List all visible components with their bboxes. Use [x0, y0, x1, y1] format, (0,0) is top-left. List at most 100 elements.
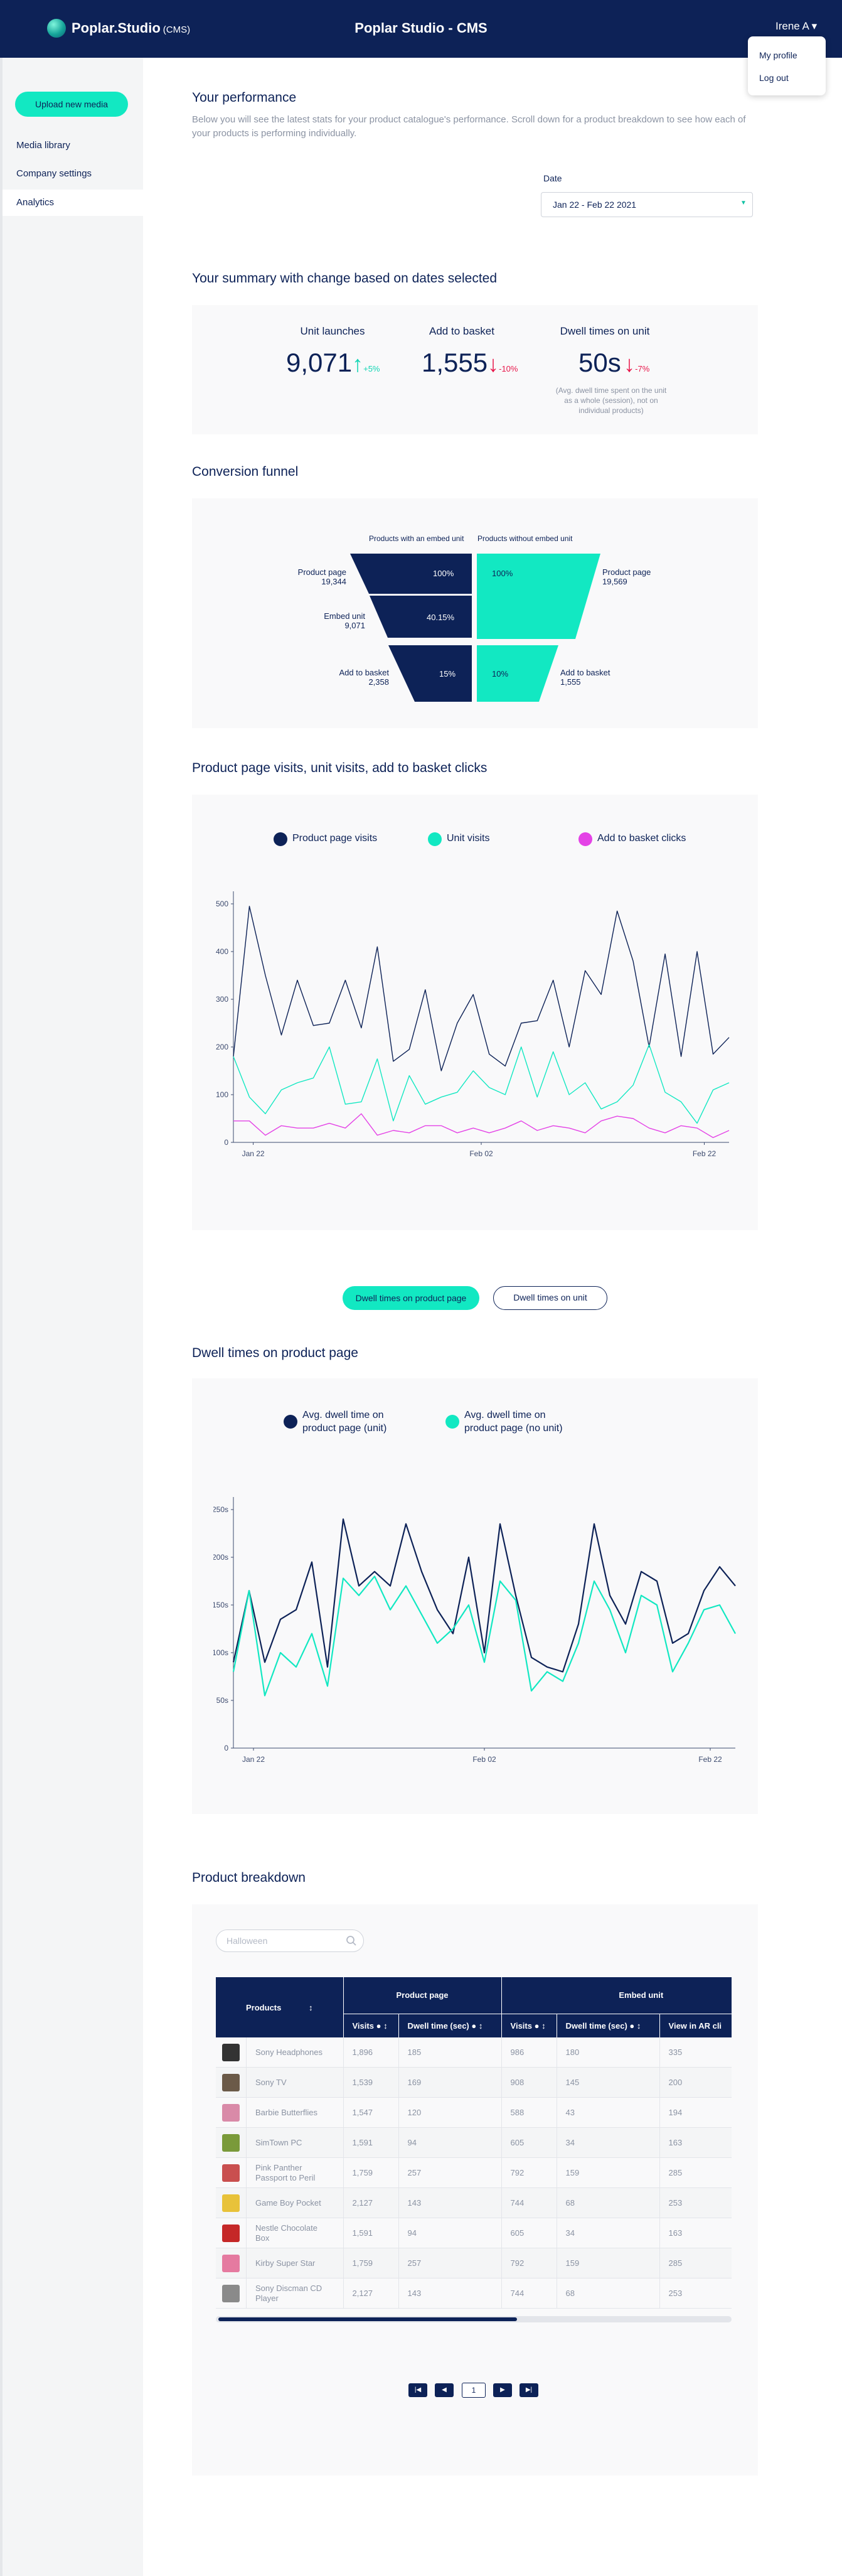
table-horizontal-scrollbar[interactable]	[216, 2316, 732, 2322]
funnel-left-pct: 15%	[439, 669, 456, 679]
cell-pd: 94	[398, 2218, 502, 2248]
funnel-row-value: 1,555	[560, 677, 581, 687]
chocolate-icon	[222, 2224, 240, 2242]
product-name[interactable]: Game Boy Pocket	[255, 2198, 331, 2208]
series-line-0	[232, 1518, 736, 1673]
col-label: Visits	[352, 2021, 374, 2031]
y-tick-label: 150s	[213, 1601, 228, 1609]
cell-pv: 2,127	[343, 2187, 398, 2218]
current-page-indicator[interactable]: 1	[462, 2383, 486, 2398]
col-products[interactable]: Products ↕	[216, 1977, 343, 2037]
product-name[interactable]: Sony TV	[255, 2078, 331, 2088]
col-view-in-ar[interactable]: View in AR cli	[659, 2013, 732, 2037]
cell-uv: 588	[501, 2097, 557, 2128]
funnel-right-label-product-page: Product page 19,569	[602, 567, 651, 586]
product-name[interactable]: Kirby Super Star	[255, 2258, 331, 2268]
tv-icon	[222, 2073, 240, 2091]
y-tick-label: 200s	[213, 1553, 228, 1562]
funnel-left-pct: 40.15%	[427, 613, 455, 622]
search-icon	[346, 1936, 356, 1946]
first-page-button[interactable]: |◀	[408, 2383, 427, 2397]
y-tick-label: 100s	[213, 1648, 228, 1657]
col-unit-visits[interactable]: Visits ● ↕	[501, 2013, 557, 2037]
cell-pv: 1,591	[343, 2218, 398, 2248]
funnel-without-unit-header: Products without embed unit	[477, 534, 573, 543]
table-row[interactable]: Sony Discman CD Player 2,127 143 744 68 253	[216, 2278, 732, 2309]
sort-icon[interactable]: ↕	[479, 2021, 483, 2031]
col-label: Dwell time (sec)	[565, 2021, 627, 2031]
series-line-2	[233, 1113, 730, 1139]
legend-dot-product-page-visits	[274, 832, 287, 846]
col-page-dwell[interactable]: Dwell time (sec) ● ↕	[398, 2013, 502, 2037]
col-label: Visits	[510, 2021, 532, 2031]
table-row[interactable]: Barbie Butterflies 1,547 120 588 43 194	[216, 2097, 732, 2128]
table-row[interactable]: Pink Panther Passport to Peril 1,759 257 79…	[216, 2157, 732, 2188]
product-cell: Pink Panther Passport to Peril	[216, 2157, 343, 2188]
cell-ud: 43	[556, 2097, 660, 2128]
prev-page-button[interactable]: ◀	[435, 2383, 454, 2397]
table-row[interactable]: SimTown PC 1,591 94 605 34 163	[216, 2127, 732, 2158]
funnel-left-label-embed-unit: Embed unit 9,071	[289, 611, 365, 630]
product-name[interactable]: Pink Panther Passport to Peril	[255, 2163, 331, 2183]
y-tick-label: 100	[216, 1090, 228, 1099]
cell-pd: 143	[398, 2187, 502, 2218]
kirby-icon	[222, 2254, 240, 2272]
x-tick-label: Jan 22	[242, 1755, 265, 1764]
barbie-icon	[222, 2103, 240, 2122]
legend-label: Avg. dwell time on product page (unit)	[302, 1410, 387, 1434]
funnel-right-add-to-basket	[477, 645, 558, 702]
product-name[interactable]: Sony Discman CD Player	[255, 2284, 331, 2304]
product-cell: Sony Headphones	[216, 2037, 343, 2068]
table-row[interactable]: Game Boy Pocket 2,127 143 744 68 253	[216, 2187, 732, 2218]
cell-pd: 257	[398, 2157, 502, 2188]
table-row[interactable]: Nestle Chocolate Box 1,591 94 605 34 163	[216, 2218, 732, 2248]
scrollbar-thumb[interactable]	[218, 2317, 517, 2321]
y-tick-label: 400	[216, 947, 228, 956]
col-products-label: Products	[246, 2002, 282, 2012]
next-page-button[interactable]: ▶	[493, 2383, 512, 2397]
cell-pd: 94	[398, 2127, 502, 2158]
cell-pv: 1,759	[343, 2248, 398, 2278]
x-tick-label: Feb 22	[693, 1149, 717, 1158]
x-tick-label: Feb 22	[698, 1755, 722, 1764]
col-unit-dwell[interactable]: Dwell time (sec) ● ↕	[556, 2013, 660, 2037]
toggle-dwell-product-page[interactable]: Dwell times on product page	[343, 1286, 479, 1310]
toggle-dwell-unit[interactable]: Dwell times on unit	[493, 1286, 607, 1310]
info-icon: ●	[629, 2021, 635, 2031]
funnel-row-label: Product page	[602, 567, 651, 577]
cell-ud: 180	[556, 2037, 660, 2068]
y-tick-label: 50s	[216, 1696, 228, 1705]
cell-ar: 200	[659, 2067, 732, 2098]
col-page-visits[interactable]: Visits ● ↕	[343, 2013, 398, 2037]
product-search-input[interactable]: Halloween	[216, 1929, 364, 1952]
sort-icon[interactable]: ↕	[383, 2021, 388, 2031]
cell-pv: 1,547	[343, 2097, 398, 2128]
cell-ud: 159	[556, 2248, 660, 2278]
legend-dot-unit-visits	[428, 832, 442, 846]
product-name[interactable]: Barbie Butterflies	[255, 2108, 331, 2118]
cell-ud: 159	[556, 2157, 660, 2188]
sort-icon[interactable]: ↕	[541, 2021, 546, 2031]
product-name[interactable]: Sony Headphones	[255, 2047, 331, 2058]
y-tick-label: 300	[216, 995, 228, 1004]
headphones-icon	[222, 2043, 240, 2061]
sort-icon[interactable]: ↕	[309, 2003, 313, 2012]
table-row[interactable]: Sony TV 1,539 169 908 145 200	[216, 2067, 732, 2098]
funnel-right-pct: 100%	[492, 569, 513, 578]
product-name[interactable]: Nestle Chocolate Box	[255, 2223, 331, 2243]
search-placeholder: Halloween	[226, 1936, 268, 1946]
product-cell: Game Boy Pocket	[216, 2187, 343, 2218]
sort-icon[interactable]: ↕	[637, 2021, 641, 2031]
product-name[interactable]: SimTown PC	[255, 2138, 331, 2148]
last-page-button[interactable]: ▶|	[520, 2383, 538, 2397]
legend-label: Product page visits	[292, 833, 378, 844]
x-tick-label: Feb 02	[469, 1149, 493, 1158]
table-row[interactable]: Kirby Super Star 1,759 257 792 159 285	[216, 2248, 732, 2278]
cell-pv: 2,127	[343, 2278, 398, 2309]
pink-panther-icon	[222, 2164, 240, 2182]
funnel-row-label: Embed unit	[324, 611, 365, 621]
cell-ar: 163	[659, 2127, 732, 2158]
legend-dot-add-to-basket	[578, 832, 592, 846]
simtown-icon	[222, 2133, 240, 2152]
table-row[interactable]: Sony Headphones 1,896 185 986 180 335	[216, 2037, 732, 2068]
